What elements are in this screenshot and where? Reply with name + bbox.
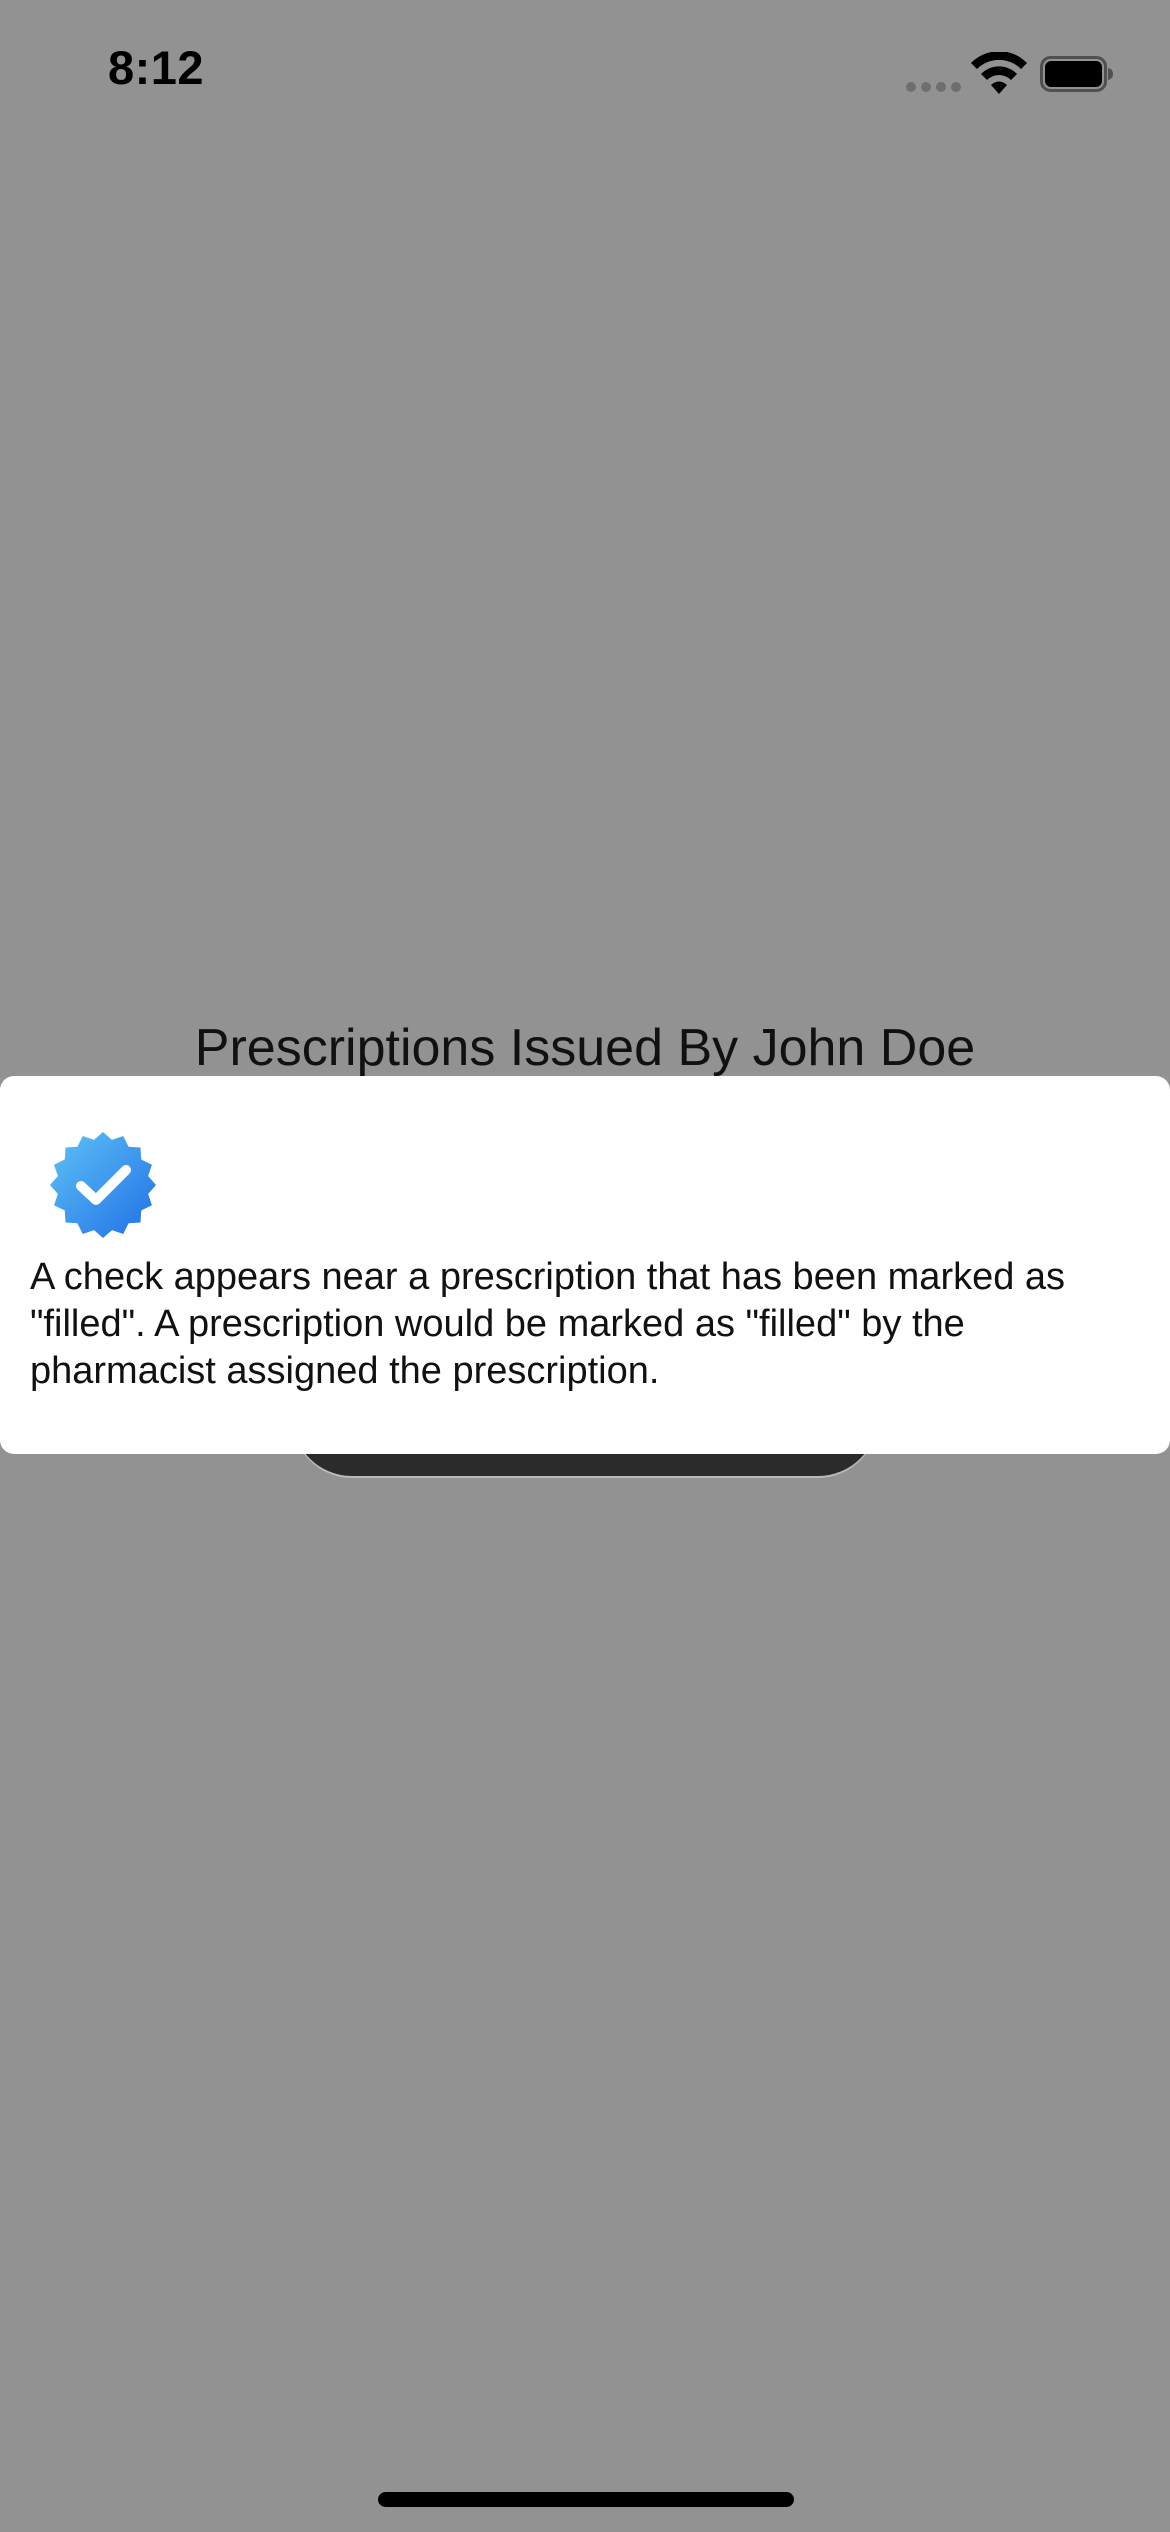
cellular-signal-icon [906, 82, 962, 92]
battery-icon [1040, 56, 1113, 92]
verified-check-icon [50, 1132, 156, 1238]
wifi-icon [971, 52, 1027, 94]
info-sheet: A check appears near a prescription that… [0, 1076, 1170, 1454]
info-message: A check appears near a prescription that… [30, 1256, 1066, 1392]
home-indicator[interactable] [378, 2492, 794, 2507]
status-bar-time: 8:12 [108, 41, 205, 94]
page-title: Prescriptions Issued By John Doe [194, 1019, 976, 1077]
